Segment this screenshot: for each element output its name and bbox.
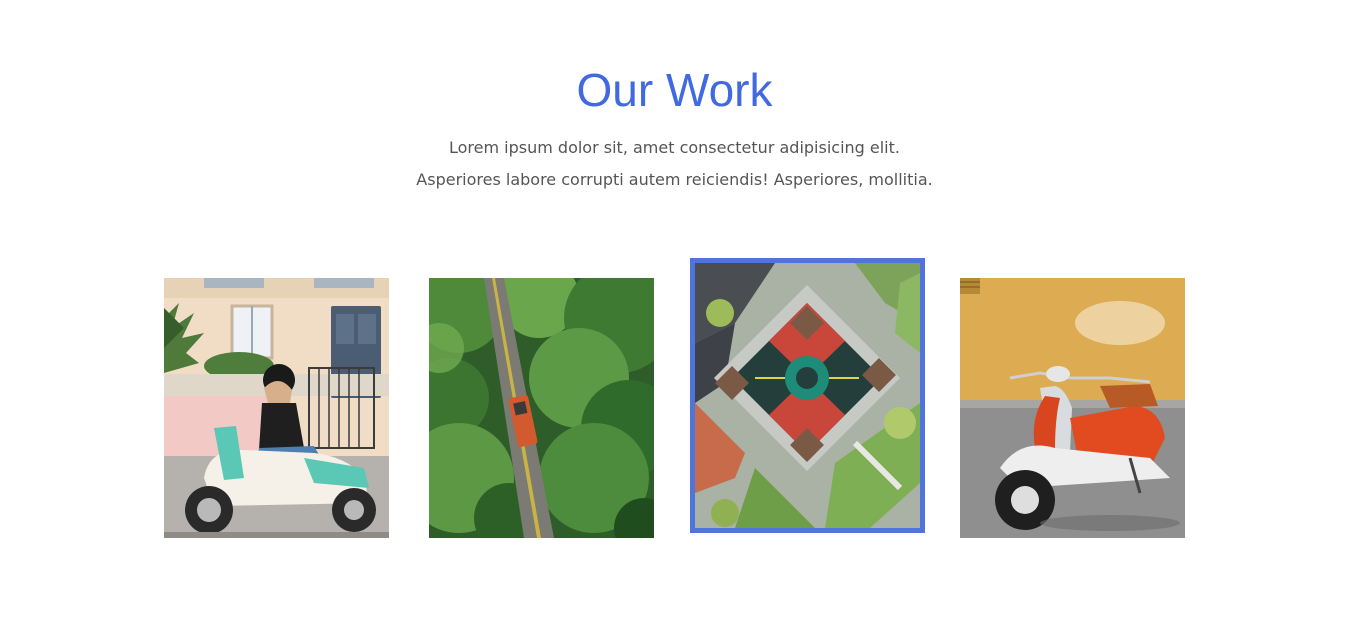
aerial-playground-photo [695,263,920,528]
section-title: Our Work [576,64,773,116]
gallery-item-aerial-road[interactable] [429,278,654,538]
description-line-2: Asperiores labore corrupti autem reicien… [416,170,933,189]
description-line-1: Lorem ipsum dolor sit, amet consectetur … [449,138,900,157]
gallery-item-vintage-scooter[interactable] [960,278,1185,538]
gallery-item-aerial-playground[interactable] [690,258,925,533]
woman-riding-scooter-photo [164,278,389,538]
gallery-item-scooter-rider[interactable] [164,278,389,538]
aerial-road-trees-photo [429,278,654,538]
vintage-scooter-photo [960,278,1185,538]
section-description: Lorem ipsum dolor sit, amet consectetur … [0,132,1349,196]
our-work-section: Our Work Lorem ipsum dolor sit, amet con… [0,0,1349,617]
